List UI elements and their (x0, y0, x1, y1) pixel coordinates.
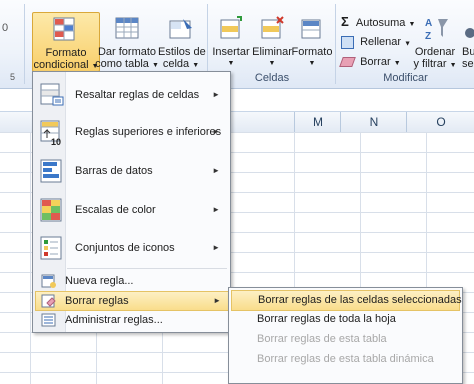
submenu-item-label: Borrar reglas de esta tabla dinámica (257, 353, 434, 365)
sort-filter-label-1: Ordenar (414, 46, 456, 58)
svg-text:A: A (425, 18, 432, 29)
column-header-o[interactable]: O (406, 112, 474, 132)
menu-item-manage-rules[interactable]: Administrar reglas... (35, 310, 228, 330)
conditional-format-menu: Resaltar reglas de celdas ► 10 Reglas su… (32, 71, 231, 333)
eraser-icon (339, 57, 356, 68)
chevron-down-icon: ▼ (308, 60, 316, 67)
find-select-button[interactable]: Buscar y seleccionar (462, 12, 474, 70)
menu-item-label: Escalas de color (75, 204, 156, 216)
find-select-label-1: Buscar y (462, 46, 474, 58)
menu-item-label: Resaltar reglas de celdas (75, 89, 200, 101)
top-bottom-rules-icon: 10 (40, 120, 61, 146)
cell-styles-label-2: celda ▼ (162, 58, 200, 70)
sort-filter-label-2: y filtrar ▼ (413, 58, 457, 70)
chevron-down-icon: ▼ (192, 62, 200, 69)
menu-item-top-bottom-rules[interactable]: 10 Reglas superiores e inferiores ► (35, 115, 228, 149)
conditional-format-button[interactable]: Formato condicional ▼ (32, 12, 100, 72)
cell-styles-icon (169, 19, 192, 39)
submenu-arrow-icon: ► (212, 90, 220, 99)
submenu-item-clear-sheet[interactable]: Borrar reglas de toda la hoja (231, 310, 458, 329)
insert-cells-icon (220, 16, 242, 39)
submenu-arrow-icon: ► (212, 243, 220, 252)
submenu-item-clear-pivot: Borrar reglas de esta tabla dinámica (231, 350, 458, 369)
format-as-table-button[interactable]: Dar formato como tabla ▼ (95, 12, 159, 70)
delete-label: Eliminar (252, 46, 292, 58)
conditional-format-icon (53, 17, 75, 41)
column-header-m[interactable]: M (294, 112, 341, 132)
fill-label: Rellenar (360, 36, 402, 49)
menu-item-data-bars[interactable]: Barras de datos ► (35, 154, 228, 188)
submenu-item-label: Borrar reglas de las celdas seleccionada… (258, 294, 462, 306)
svg-text:Z: Z (425, 31, 431, 42)
insert-button[interactable]: Insertar ▼ (211, 12, 251, 70)
clear-rules-submenu: Borrar reglas de las celdas seleccionada… (228, 287, 463, 384)
clear-rules-icon (41, 294, 56, 308)
menu-item-label: Administrar reglas... (65, 314, 163, 326)
format-as-table-label-2: como tabla ▼ (95, 58, 159, 70)
menu-item-icon-sets[interactable]: Conjuntos de iconos ► (35, 231, 228, 265)
menu-item-label: Borrar reglas (65, 295, 129, 307)
fill-button[interactable]: Rellenar ▼ (341, 36, 411, 52)
submenu-item-label: Borrar reglas de esta tabla (257, 333, 387, 345)
highlight-rules-icon (40, 83, 64, 106)
group-label-modify: Modificar (383, 72, 428, 84)
submenu-arrow-icon: ► (212, 166, 220, 175)
format-cells-icon (301, 19, 321, 39)
binoculars-icon (465, 28, 474, 38)
delete-button[interactable]: Eliminar ▼ (252, 12, 292, 70)
submenu-arrow-icon: ► (213, 296, 221, 305)
submenu-arrow-icon: ► (212, 127, 220, 136)
conditional-format-label-1: Formato (45, 47, 87, 59)
autosum-button[interactable]: Σ Autosuma ▼ (341, 14, 415, 30)
chevron-down-icon: ▼ (268, 60, 276, 67)
sigma-icon: Σ (341, 14, 349, 29)
left-stub-top: 0 (2, 22, 9, 34)
format-as-table-icon (115, 17, 139, 39)
sort-filter-icon: A Z (425, 18, 448, 42)
sort-filter-button[interactable]: A Z Ordenar y filtrar ▼ (412, 12, 460, 70)
fill-down-icon (341, 36, 354, 49)
new-rule-icon (41, 274, 56, 288)
left-stub-bottom: 5 (10, 72, 16, 82)
cell-styles-button[interactable]: Estilos de celda ▼ (158, 12, 206, 70)
autosum-label: Autosuma (355, 17, 406, 29)
chevron-down-icon: ▼ (393, 60, 401, 67)
submenu-arrow-icon: ► (212, 205, 220, 214)
insert-label: Insertar (212, 46, 250, 58)
menu-item-clear-rules[interactable]: Borrar reglas ► (35, 291, 230, 311)
submenu-item-clear-table: Borrar reglas de esta tabla (231, 330, 458, 349)
data-bars-icon (40, 159, 62, 183)
cell-styles-label-1: Estilos de (158, 46, 206, 58)
menu-item-label: Reglas superiores e inferiores (75, 126, 222, 138)
icon-sets-icon (40, 236, 62, 260)
column-header-n[interactable]: N (340, 112, 407, 132)
format-as-table-label-1: Dar formato (97, 46, 157, 58)
svg-text:10: 10 (51, 137, 61, 146)
delete-cells-icon (261, 16, 284, 39)
format-label: Formato (291, 46, 333, 58)
clear-button[interactable]: Borrar ▼ (339, 56, 401, 72)
submenu-item-label: Borrar reglas de toda la hoja (257, 313, 396, 325)
format-button[interactable]: Formato ▼ (292, 12, 332, 70)
color-scales-icon (40, 198, 62, 222)
menu-item-new-rule[interactable]: Nueva regla... (35, 271, 228, 291)
submenu-item-clear-selected[interactable]: Borrar reglas de las celdas seleccionada… (231, 290, 462, 311)
clear-label: Borrar (360, 56, 391, 68)
chevron-down-icon: ▼ (227, 60, 235, 67)
chevron-down-icon: ▼ (449, 62, 457, 69)
manage-rules-icon (41, 313, 56, 327)
menu-item-label: Conjuntos de iconos (75, 242, 175, 254)
menu-item-label: Barras de datos (75, 165, 153, 177)
find-select-label-2: seleccionar (462, 58, 474, 70)
menu-item-label: Nueva regla... (65, 275, 134, 287)
menu-item-color-scales[interactable]: Escalas de color ► (35, 193, 228, 227)
column-header[interactable] (228, 112, 295, 132)
menu-item-highlight-rules[interactable]: Resaltar reglas de celdas ► (35, 78, 228, 112)
